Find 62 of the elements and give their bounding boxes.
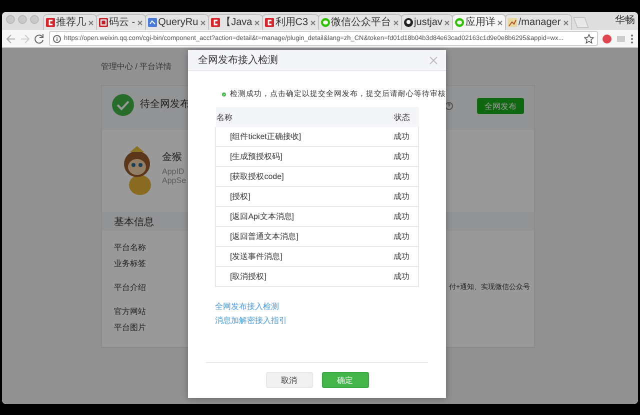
breadcrumb: 管理中心 / 平台详情 (101, 62, 172, 71)
success-icon (222, 90, 226, 98)
table-cell: [返回Api文本消息] (216, 206, 385, 226)
section-title: 基本信息 (114, 216, 154, 228)
browser-tab[interactable]: /manager (505, 14, 572, 30)
table-cell: 成功 (384, 266, 418, 286)
browser-tab[interactable]: justjav (401, 14, 454, 30)
field-label: 平台名称 (114, 242, 147, 254)
field-label: 平台图片 (114, 322, 147, 334)
column-header: 状态 (384, 107, 418, 127)
table-cell: 成功 (384, 146, 418, 166)
chart-icon (508, 18, 518, 27)
close-icon[interactable] (310, 20, 316, 26)
field-label: 官方网站 (114, 306, 147, 318)
dialog-title: 全网发布接入检测 (198, 54, 278, 67)
browser-tab[interactable]: 微信公众平台 (318, 14, 402, 30)
browser-tab[interactable]: 利用C3 (262, 14, 320, 30)
column-header: 名称 (216, 107, 385, 127)
close-icon[interactable] (254, 20, 260, 26)
table-cell: [返回普通文本消息] (216, 226, 385, 246)
info-icon[interactable] (53, 34, 61, 42)
reload-icon[interactable] (34, 33, 45, 44)
table-cell: [生成预授权码] (216, 146, 385, 166)
letter-c-icon (46, 18, 55, 27)
browser-tab[interactable]: 应用详 (452, 14, 506, 30)
close-icon[interactable] (562, 20, 569, 26)
browser-tab[interactable]: 推荐几 (43, 14, 97, 30)
close-icon[interactable] (88, 20, 94, 26)
table-cell: [发送事件消息] (216, 246, 385, 266)
browser-tab[interactable]: 码云 - (96, 14, 146, 30)
table-cell: [取消授权] (216, 266, 385, 286)
table-cell: [获取授权code] (216, 166, 385, 186)
close-icon[interactable] (137, 20, 144, 26)
cancel-button[interactable]: 取消 (266, 372, 312, 388)
table-cell: 成功 (384, 246, 418, 266)
table-cell: 成功 (384, 166, 418, 186)
app-detail: AppSe (162, 176, 186, 185)
field-label: 业务标签 (114, 258, 147, 270)
table-cell: 成功 (384, 206, 418, 226)
profile-name[interactable]: 华畅 (611, 13, 638, 30)
letter-c-icon (265, 18, 274, 27)
help-icon[interactable] (445, 102, 453, 110)
table-cell: 成功 (384, 186, 418, 206)
table-cell: [授权] (216, 186, 385, 206)
menu-icon[interactable] (630, 34, 634, 44)
success-icon (112, 94, 134, 116)
star-icon[interactable] (584, 34, 594, 44)
close-icon[interactable] (200, 20, 206, 26)
letter-c-icon (211, 18, 220, 27)
square-logo-icon (99, 18, 108, 27)
field-label: 平台介绍 (114, 282, 147, 294)
browser-tab[interactable]: 【Java (208, 14, 264, 30)
app-detail: AppID (162, 167, 186, 176)
table-cell: 成功 (384, 127, 418, 146)
close-icon[interactable] (444, 20, 450, 26)
table-cell: 成功 (384, 226, 418, 246)
close-icon[interactable] (497, 20, 504, 26)
close-icon[interactable] (393, 20, 400, 26)
app-name: 金猴 (162, 151, 183, 164)
browser-tab[interactable]: QueryRu (145, 14, 210, 30)
back-icon[interactable] (6, 32, 16, 44)
table-cell: [组件ticket正确接收] (216, 127, 385, 146)
